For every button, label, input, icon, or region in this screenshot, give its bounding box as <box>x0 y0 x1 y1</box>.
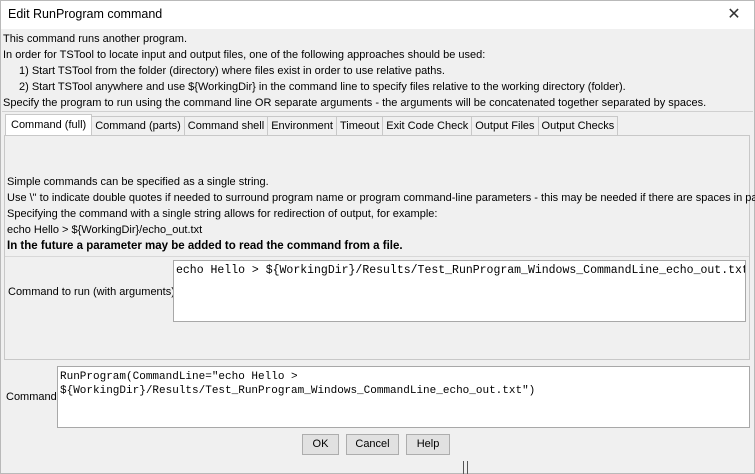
intro-line: 2) Start TSTool anywhere and use ${Worki… <box>19 81 626 93</box>
intro-line: In order for TSTool to locate input and … <box>3 49 486 61</box>
help-line: Simple commands can be specified as a si… <box>7 176 269 188</box>
help-line: Use \" to indicate double quotes if need… <box>7 192 755 204</box>
intro-text: This command runs another program. In or… <box>3 31 706 111</box>
button-row: OK Cancel Help <box>1 434 755 456</box>
tab-timeout[interactable]: Timeout <box>335 116 384 135</box>
text-cursor-icon <box>467 461 468 474</box>
help-line: echo Hello > ${WorkingDir}/echo_out.txt <box>7 224 203 236</box>
help-line: Specifying the command with a single str… <box>7 208 438 220</box>
tab-bar: Command (full) Command (parts) Command s… <box>5 114 619 136</box>
tab-command-parts[interactable]: Command (parts) <box>91 116 185 135</box>
tab-environment[interactable]: Environment <box>267 116 337 135</box>
text-cursor-icon <box>463 461 464 474</box>
separator <box>5 256 749 257</box>
window-title: Edit RunProgram command <box>8 7 163 21</box>
intro-line: 1) Start TSTool from the folder (directo… <box>19 65 445 77</box>
command-to-run-input[interactable]: echo Hello > ${WorkingDir}/Results/Test_… <box>173 260 746 322</box>
title-bar: Edit RunProgram command ✕ <box>1 1 754 29</box>
help-text: Simple commands can be specified as a si… <box>7 174 755 254</box>
cancel-button[interactable]: Cancel <box>346 434 399 455</box>
help-button[interactable]: Help <box>406 434 450 455</box>
help-line-bold: In the future a parameter may be added t… <box>7 240 403 252</box>
command-label: Command: <box>6 391 60 403</box>
tab-command-shell[interactable]: Command shell <box>183 116 269 135</box>
ok-button[interactable]: OK <box>302 434 339 455</box>
intro-line: This command runs another program. <box>3 33 188 45</box>
tab-output-files[interactable]: Output Files <box>471 116 539 135</box>
edit-runprogram-dialog: Edit RunProgram command ✕ This command r… <box>0 0 755 474</box>
command-to-run-label: Command to run (with arguments): <box>8 286 178 298</box>
separator <box>2 111 753 112</box>
command-text-area[interactable]: RunProgram(CommandLine="echo Hello > ${W… <box>57 366 750 428</box>
tab-output-checks[interactable]: Output Checks <box>537 116 619 135</box>
close-icon[interactable]: ✕ <box>724 5 744 25</box>
tab-command-full[interactable]: Command (full) <box>5 114 93 135</box>
tab-exit-code-check[interactable]: Exit Code Check <box>382 116 473 135</box>
tab-panel-command-full: Simple commands can be specified as a si… <box>4 135 755 360</box>
intro-line: Specify the program to run using the com… <box>3 97 707 109</box>
